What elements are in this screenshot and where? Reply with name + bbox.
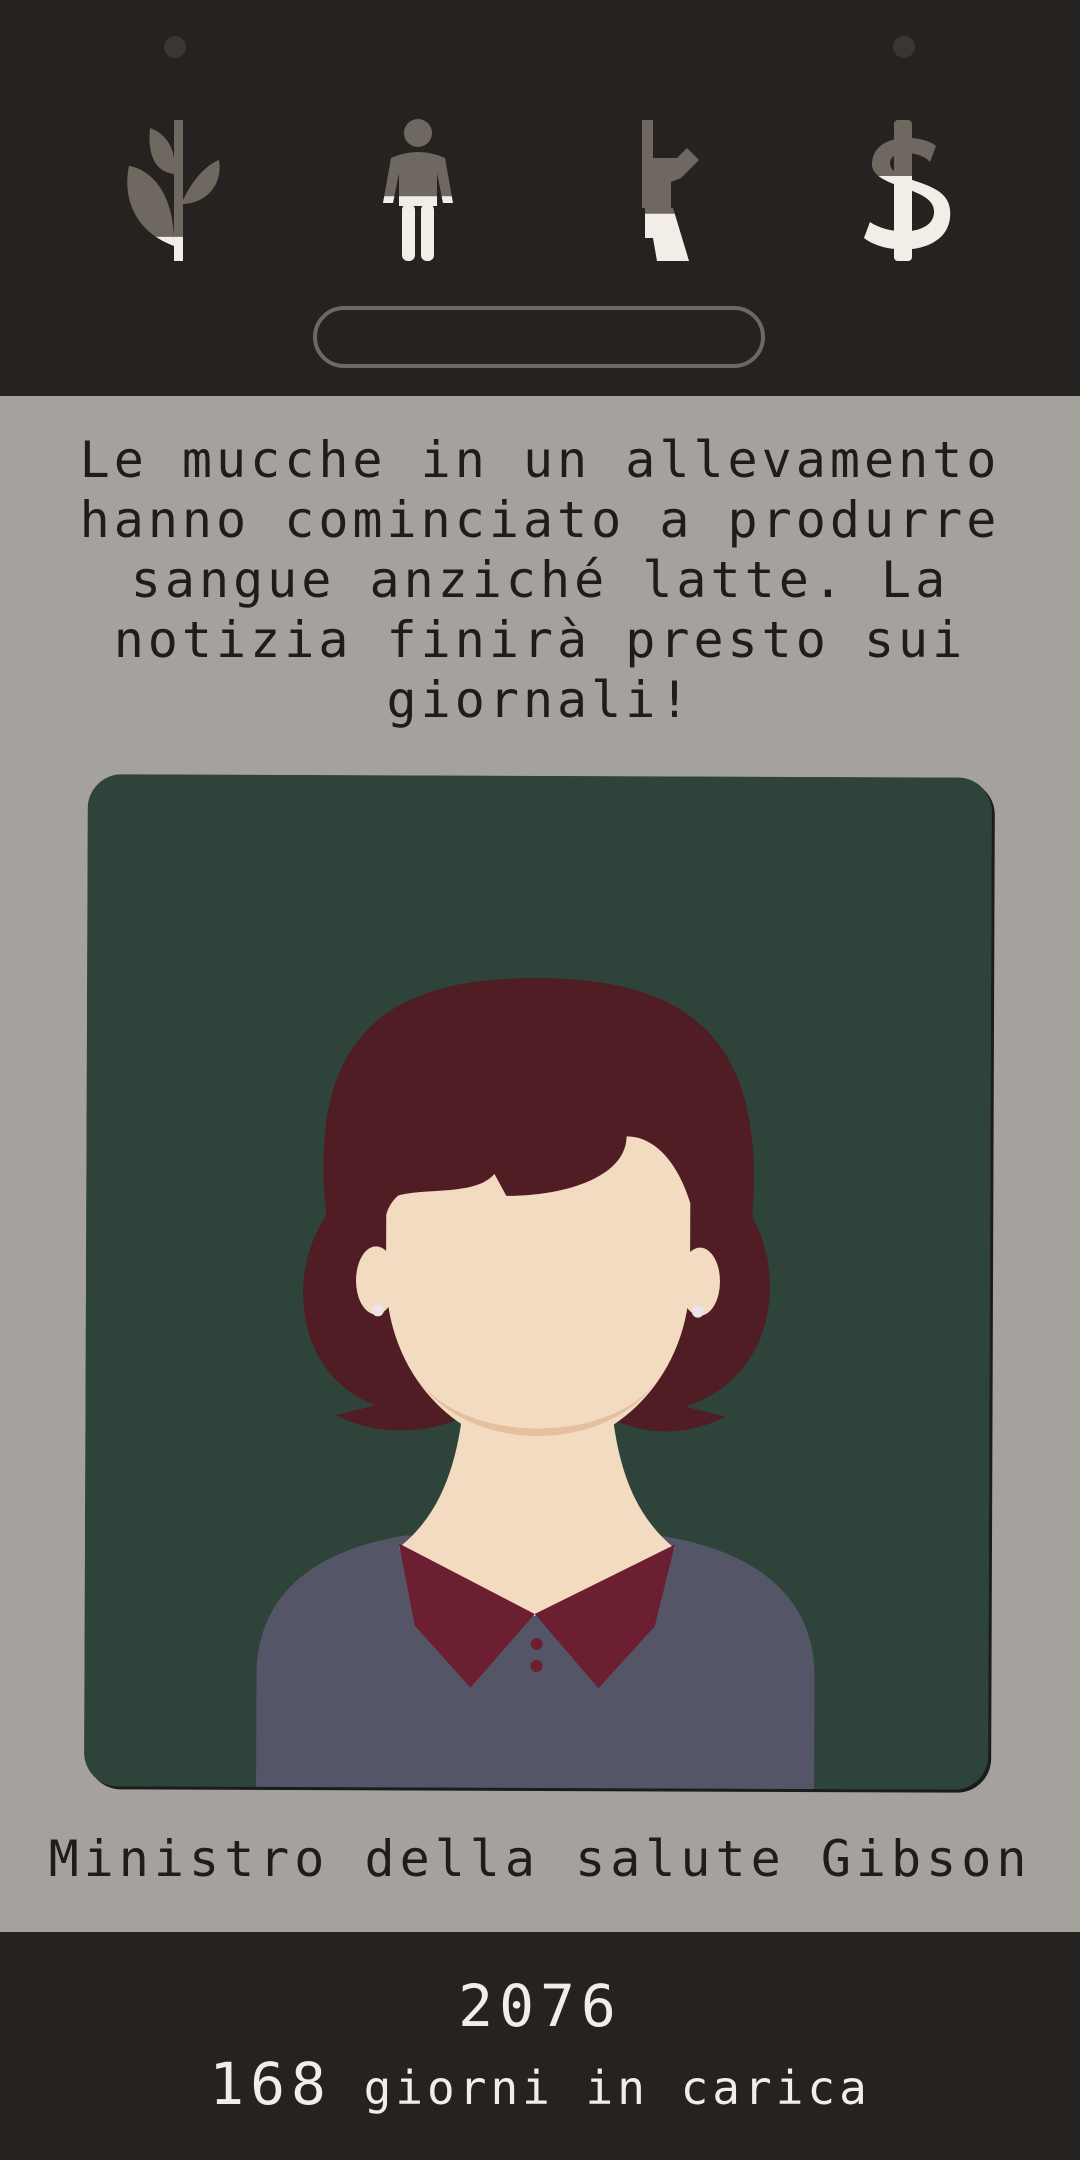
character-name: Ministro della salute Gibson <box>48 1830 1032 1888</box>
stat-change-indicator-right <box>893 36 915 58</box>
person-icon <box>383 119 453 261</box>
decision-card[interactable] <box>84 774 992 1790</box>
days-label: giorni in carica <box>363 2061 871 2115</box>
dollar-icon <box>864 120 951 261</box>
days-in-office: 168 giorni in carica <box>0 2050 1080 2118</box>
rifle-icon <box>642 120 699 261</box>
current-year: 2076 <box>458 1972 622 2040</box>
event-description: Le mucche in un allevamento hanno cominc… <box>79 431 1001 729</box>
stat-change-indicator-left <box>164 36 186 58</box>
reign-progress-pill <box>313 306 765 368</box>
sprout-icon <box>127 120 220 261</box>
days-count: 168 <box>209 2050 332 2118</box>
stats-bar <box>0 0 1080 396</box>
character-portrait <box>84 774 992 1790</box>
reign-status-bar: 2076 168 giorni in carica <box>0 1932 1080 2160</box>
